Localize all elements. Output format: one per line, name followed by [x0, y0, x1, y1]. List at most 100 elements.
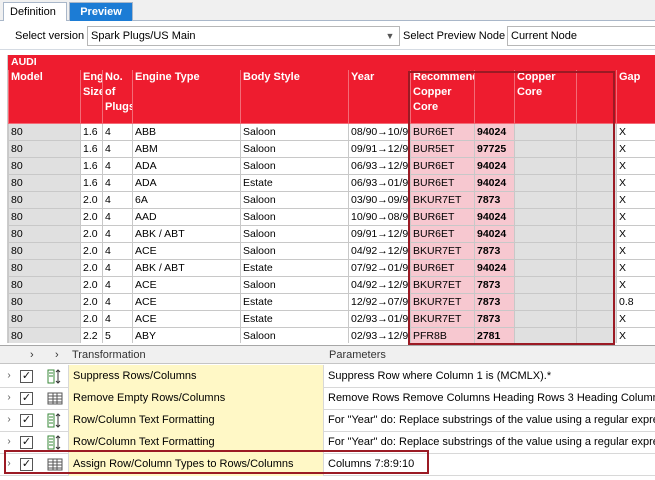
- table-cell[interactable]: Saloon: [241, 192, 349, 209]
- table-cell[interactable]: 02/93→12/9: [349, 328, 411, 344]
- table-cell[interactable]: 7873: [475, 243, 515, 260]
- table-cell[interactable]: X: [617, 175, 655, 192]
- table-cell[interactable]: 80: [9, 260, 81, 277]
- table-cell[interactable]: [577, 124, 617, 141]
- table-cell[interactable]: [515, 328, 577, 344]
- table-cell[interactable]: Estate: [241, 260, 349, 277]
- table-cell[interactable]: 94024: [475, 226, 515, 243]
- table-cell[interactable]: ABK / ABT: [133, 226, 241, 243]
- table-cell[interactable]: 02/93→01/9: [349, 311, 411, 328]
- table-cell[interactable]: [577, 243, 617, 260]
- table-cell[interactable]: 94024: [475, 124, 515, 141]
- table-cell[interactable]: 4: [103, 124, 133, 141]
- table-cell[interactable]: 12/92→07/9: [349, 294, 411, 311]
- table-cell[interactable]: Saloon: [241, 158, 349, 175]
- table-cell[interactable]: ACE: [133, 311, 241, 328]
- table-cell[interactable]: AAD: [133, 209, 241, 226]
- table-cell[interactable]: 06/93→12/9: [349, 158, 411, 175]
- table-cell[interactable]: BUR6ET: [411, 124, 475, 141]
- table-cell[interactable]: 07/92→01/9: [349, 260, 411, 277]
- table-cell[interactable]: [577, 277, 617, 294]
- tab-definition[interactable]: Definition: [3, 2, 67, 21]
- table-cell[interactable]: Saloon: [241, 209, 349, 226]
- transformation-params[interactable]: Suppress Row where Column 1 is (MCMLX).*: [326, 365, 655, 388]
- table-cell[interactable]: 10/90→08/9: [349, 209, 411, 226]
- table-cell[interactable]: Saloon: [241, 243, 349, 260]
- enabled-checkbox[interactable]: ✓: [20, 436, 33, 449]
- table-row[interactable]: 801.64ADASaloon06/93→12/9BUR6ET94024X: [9, 158, 655, 175]
- table-row[interactable]: 802.04ACEEstate02/93→01/9BKUR7ET7873X: [9, 311, 655, 328]
- table-cell[interactable]: X: [617, 226, 655, 243]
- table-cell[interactable]: X: [617, 158, 655, 175]
- transformation-name[interactable]: Row/Column Text Formatting: [68, 409, 324, 432]
- table-cell[interactable]: ABK / ABT: [133, 260, 241, 277]
- version-select[interactable]: Spark Plugs/US Main ▼: [87, 26, 400, 46]
- table-cell[interactable]: ACE: [133, 243, 241, 260]
- table-cell[interactable]: BKUR7ET: [411, 294, 475, 311]
- enabled-checkbox[interactable]: ✓: [20, 414, 33, 427]
- transformation-params[interactable]: For "Year" do: Replace substrings of the…: [326, 409, 655, 432]
- table-cell[interactable]: 80: [9, 209, 81, 226]
- table-cell[interactable]: [515, 260, 577, 277]
- table-cell[interactable]: 4: [103, 311, 133, 328]
- transformation-name[interactable]: Remove Empty Rows/Columns: [68, 387, 324, 410]
- table-cell[interactable]: 94024: [475, 260, 515, 277]
- table-cell[interactable]: [515, 311, 577, 328]
- table-cell[interactable]: 4: [103, 192, 133, 209]
- table-cell[interactable]: ABB: [133, 124, 241, 141]
- table-cell[interactable]: 2.0: [81, 226, 103, 243]
- tab-preview[interactable]: Preview: [69, 2, 133, 21]
- table-cell[interactable]: PFR8B: [411, 328, 475, 344]
- table-cell[interactable]: [515, 141, 577, 158]
- table-cell[interactable]: 80: [9, 192, 81, 209]
- table-cell[interactable]: X: [617, 311, 655, 328]
- enabled-checkbox[interactable]: ✓: [20, 458, 33, 471]
- table-cell[interactable]: [577, 209, 617, 226]
- table-cell[interactable]: [515, 243, 577, 260]
- table-cell[interactable]: BKUR7ET: [411, 277, 475, 294]
- transformation-name[interactable]: Row/Column Text Formatting: [68, 431, 324, 454]
- table-cell[interactable]: 80: [9, 124, 81, 141]
- chevron-down-icon[interactable]: ▼: [384, 27, 396, 45]
- row-expand-arrow-icon[interactable]: ›: [3, 431, 15, 454]
- table-cell[interactable]: 2.2: [81, 328, 103, 344]
- table-cell[interactable]: [577, 311, 617, 328]
- table-cell[interactable]: BKUR7ET: [411, 311, 475, 328]
- table-cell[interactable]: 2.0: [81, 294, 103, 311]
- table-row[interactable]: 802.046ASaloon03/90→09/9BKUR7ET7873X: [9, 192, 655, 209]
- table-cell[interactable]: X: [617, 124, 655, 141]
- table-cell[interactable]: 09/91→12/9: [349, 141, 411, 158]
- table-cell[interactable]: X: [617, 209, 655, 226]
- table-cell[interactable]: [577, 226, 617, 243]
- table-cell[interactable]: 80: [9, 311, 81, 328]
- table-cell[interactable]: [515, 209, 577, 226]
- row-expand-arrow-icon[interactable]: ›: [3, 365, 15, 388]
- table-cell[interactable]: 2.0: [81, 192, 103, 209]
- table-cell[interactable]: 6A: [133, 192, 241, 209]
- transformation-params[interactable]: Remove Rows Remove Columns Heading Rows …: [326, 387, 655, 410]
- row-expand-arrow-icon[interactable]: ›: [3, 409, 15, 432]
- table-cell[interactable]: Saloon: [241, 328, 349, 344]
- table-cell[interactable]: Saloon: [241, 124, 349, 141]
- row-expand-arrow-icon[interactable]: ›: [3, 453, 15, 476]
- table-cell[interactable]: [515, 124, 577, 141]
- table-cell[interactable]: 09/91→12/9: [349, 226, 411, 243]
- transformation-params[interactable]: For "Year" do: Replace substrings of the…: [326, 431, 655, 454]
- transformation-params[interactable]: Columns 7:8:9:10: [326, 453, 655, 476]
- table-cell[interactable]: [515, 294, 577, 311]
- table-row[interactable]: 801.64ADAEstate06/93→01/9BUR6ET94024X: [9, 175, 655, 192]
- table-cell[interactable]: 80: [9, 294, 81, 311]
- table-cell[interactable]: 4: [103, 243, 133, 260]
- expand-arrow-icon[interactable]: ›: [55, 349, 59, 361]
- node-input[interactable]: Current Node: [507, 26, 655, 46]
- table-row[interactable]: 802.04ABK / ABTSaloon09/91→12/9BUR6ET940…: [9, 226, 655, 243]
- table-cell[interactable]: 2.0: [81, 209, 103, 226]
- transformation-row[interactable]: › ✓ Row/Column Text FormattingFor "Year" d…: [0, 409, 655, 432]
- table-cell[interactable]: ACE: [133, 294, 241, 311]
- table-cell[interactable]: ABY: [133, 328, 241, 344]
- table-cell[interactable]: 03/90→09/9: [349, 192, 411, 209]
- table-cell[interactable]: [577, 175, 617, 192]
- enabled-checkbox[interactable]: ✓: [20, 392, 33, 405]
- table-cell[interactable]: 97725: [475, 141, 515, 158]
- enabled-checkbox[interactable]: ✓: [20, 370, 33, 383]
